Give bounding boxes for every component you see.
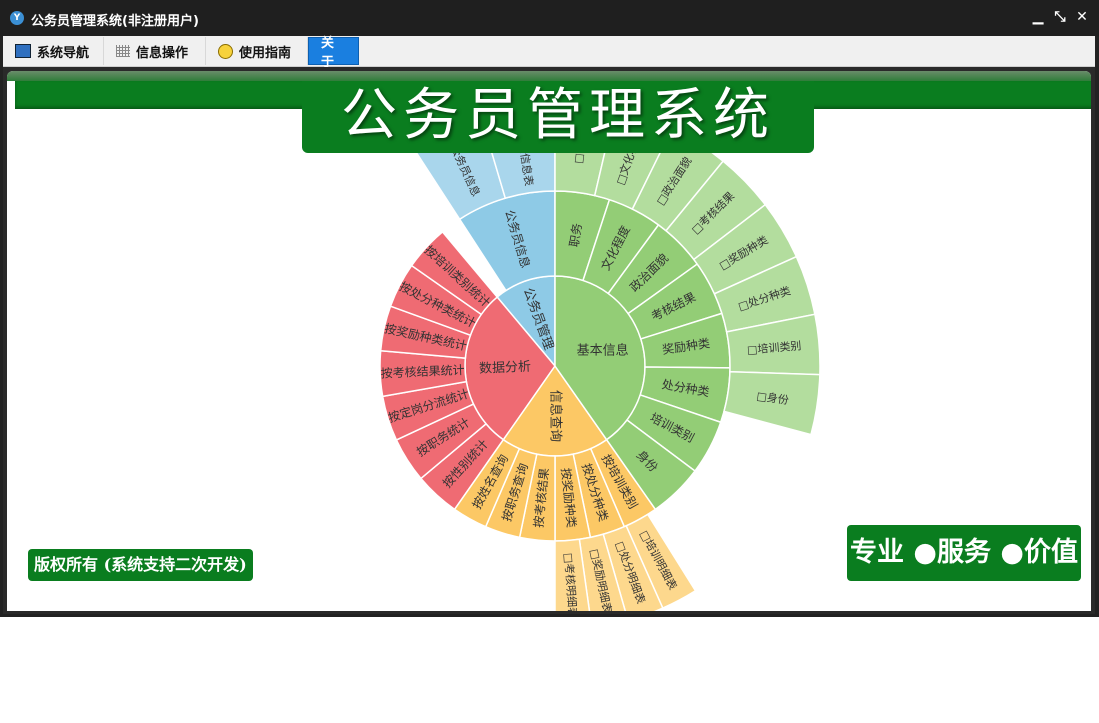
sunburst-core-label: 数据分析 [479, 360, 532, 377]
sunburst-core-label: 基本信息 [577, 342, 629, 358]
menu-label: 系统导航 [37, 45, 90, 61]
menu-item-about[interactable]: 关于 [308, 36, 359, 70]
menu-label: 关于 [321, 36, 335, 70]
content-area: 公务员管理公务员信息□公务员信息□公务员信息表数据分析按性别统计按职务统计按定岗… [3, 67, 1095, 614]
window-title: 公务员管理系统(非注册用户) [31, 14, 199, 29]
menu-item-navigation[interactable]: 系统导航 [3, 37, 104, 65]
minimize-icon[interactable]: ▁ [1031, 9, 1045, 25]
slogan-badge: 专业 ●服务 ●价值 [847, 525, 1081, 581]
close-icon[interactable]: ✕ [1075, 9, 1089, 25]
window-controls: ▁ ⤡ ✕ [1031, 9, 1089, 25]
app-logo-icon: Y [10, 11, 24, 25]
page-title: 公务员管理系统 [302, 81, 814, 153]
menu-item-info-ops[interactable]: 信息操作 [104, 37, 206, 65]
main-panel: 公务员管理公务员信息□公务员信息□公务员信息表数据分析按性别统计按职务统计按定岗… [7, 71, 1091, 611]
menu-bar: 系统导航 信息操作 使用指南 关于 [3, 36, 1095, 70]
sunburst-core-label: 信息查询 [548, 390, 564, 442]
menu-item-guide[interactable]: 使用指南 [206, 37, 308, 65]
grid-icon [116, 45, 130, 57]
menu-label: 信息操作 [136, 45, 189, 61]
menu-label: 使用指南 [239, 45, 292, 61]
copyright-badge: 版权所有 (系统支持二次开发) [28, 549, 253, 581]
app-window: Y 公务员管理系统(非注册用户) ▁ ⤡ ✕ 系统导航 信息操作 使用指南 关于… [0, 0, 1099, 617]
lightbulb-icon [218, 43, 233, 59]
restore-icon[interactable]: ⤡ [1053, 9, 1067, 25]
title-bar[interactable]: Y 公务员管理系统(非注册用户) ▁ ⤡ ✕ [0, 0, 1099, 36]
monitor-icon [15, 44, 31, 58]
